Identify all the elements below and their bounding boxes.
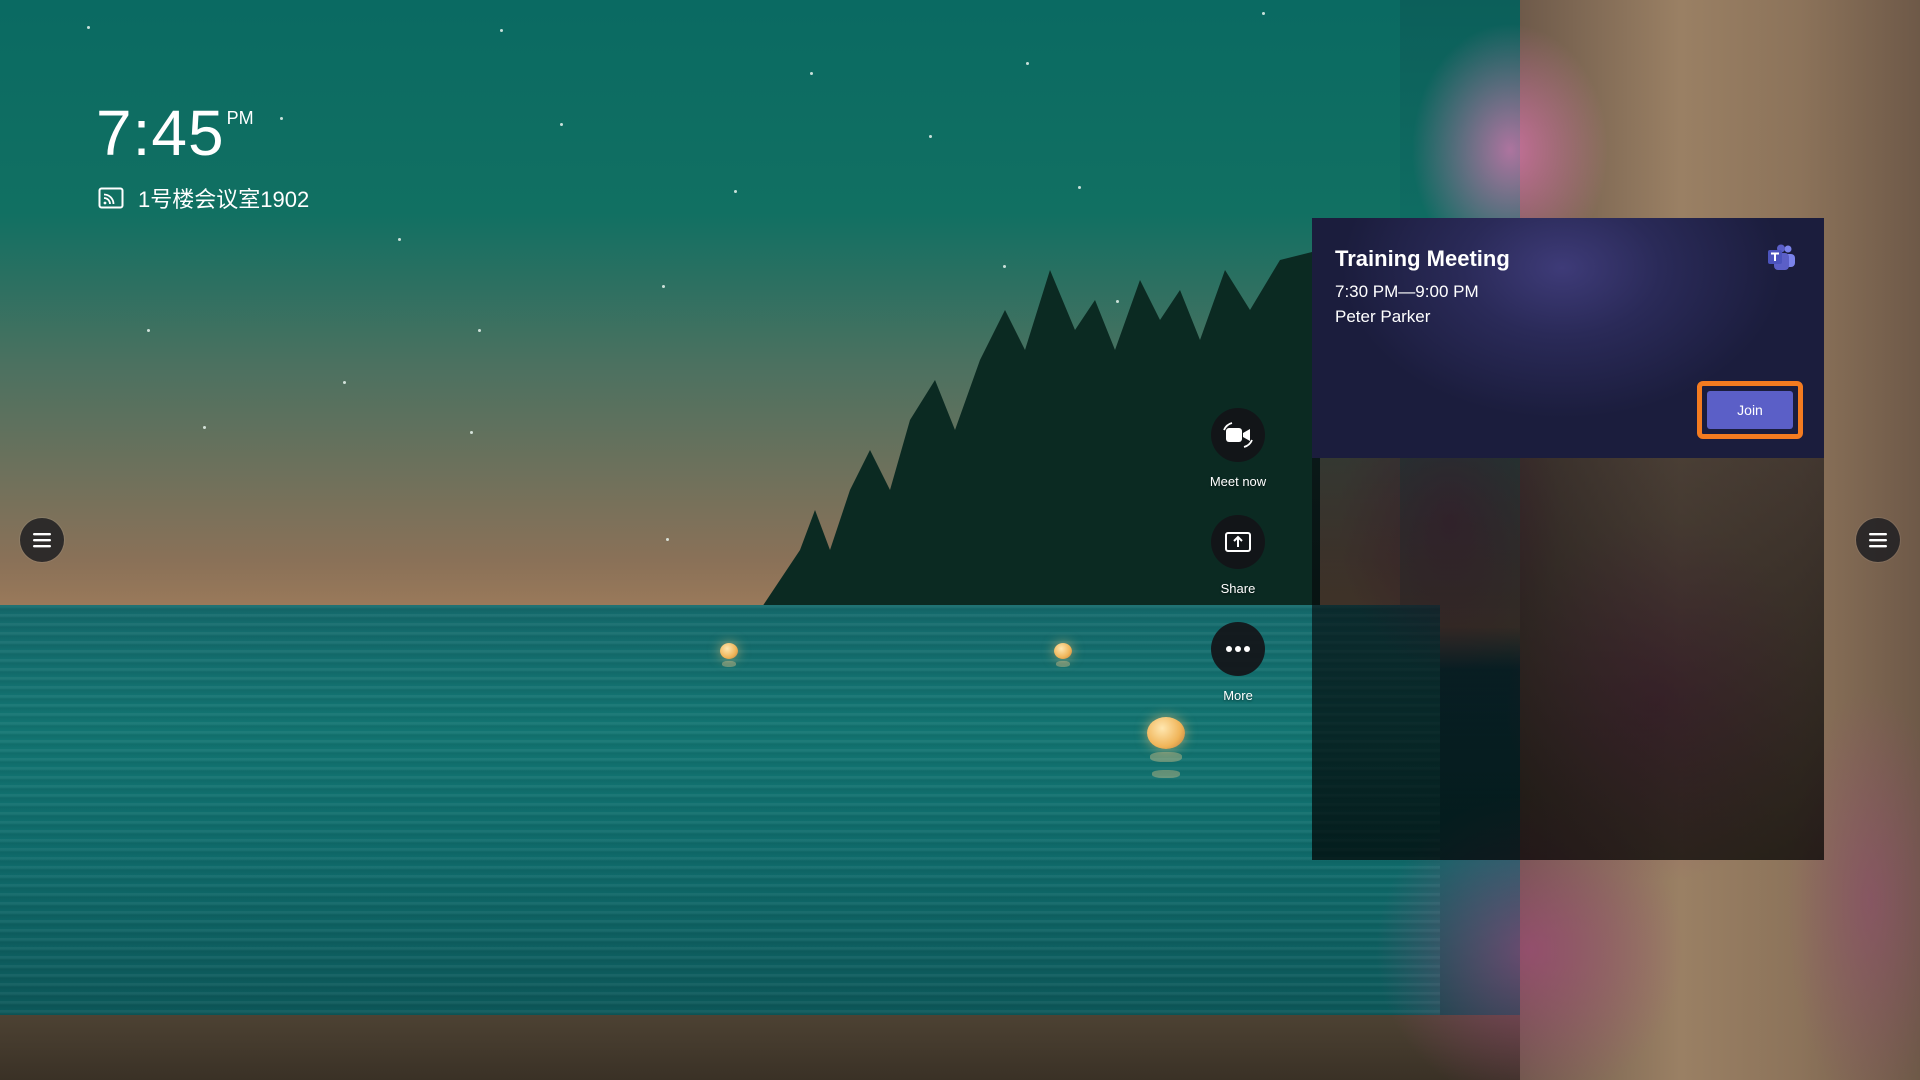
share-label: Share xyxy=(1220,581,1256,596)
more-label: More xyxy=(1223,688,1253,703)
video-camera-icon xyxy=(1223,422,1253,448)
share-circle[interactable] xyxy=(1211,515,1265,569)
action-bar: Meet now Share More xyxy=(1198,408,1278,729)
lantern xyxy=(1054,643,1072,659)
meeting-card[interactable]: Training Meeting 7:30 PM—9:00 PM Peter P… xyxy=(1312,218,1824,458)
clock-time: 7:45 xyxy=(96,97,225,169)
join-button[interactable]: Join xyxy=(1707,391,1793,429)
lantern-reflection xyxy=(722,661,736,667)
room-info: 1号楼会议室1902 xyxy=(98,182,309,214)
meet-now-button[interactable]: Meet now xyxy=(1210,408,1266,489)
hamburger-menu-icon xyxy=(1869,533,1887,548)
lantern-reflection xyxy=(1152,770,1180,778)
meeting-organizer: Peter Parker xyxy=(1335,307,1431,326)
meetings-panel: Training Meeting 7:30 PM—9:00 PM Peter P… xyxy=(1312,218,1824,860)
cast-icon xyxy=(98,187,124,209)
meeting-time: 7:30 PM—9:00 PM xyxy=(1335,282,1479,301)
share-button[interactable]: Share xyxy=(1211,515,1265,596)
more-circle[interactable] xyxy=(1211,622,1265,676)
meet-now-circle[interactable] xyxy=(1211,408,1265,462)
lantern xyxy=(1147,717,1185,749)
more-icon xyxy=(1226,646,1250,652)
more-button[interactable]: More xyxy=(1211,622,1265,703)
clock: 7:45 PM xyxy=(96,98,254,168)
share-screen-icon xyxy=(1225,532,1251,552)
lantern xyxy=(720,643,738,659)
hamburger-menu-icon xyxy=(33,533,51,548)
lantern-reflection xyxy=(1056,661,1070,667)
teams-icon xyxy=(1768,244,1795,270)
meeting-title: Training Meeting xyxy=(1335,246,1510,271)
lantern-reflection xyxy=(1150,752,1182,762)
clock-ampm: PM xyxy=(226,108,254,128)
room-name: 1号楼会议室1902 xyxy=(138,187,310,212)
meet-now-label: Meet now xyxy=(1209,474,1267,489)
left-menu-button[interactable] xyxy=(20,518,64,562)
right-menu-button[interactable] xyxy=(1856,518,1900,562)
